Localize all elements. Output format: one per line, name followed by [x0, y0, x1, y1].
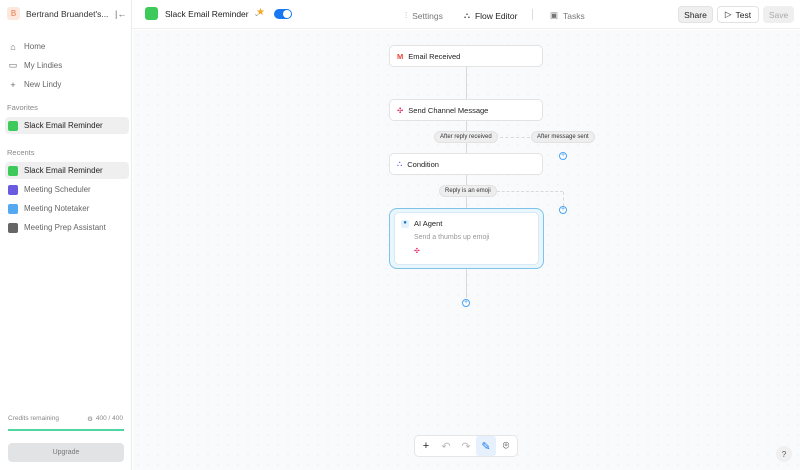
favorites-heading: Favorites — [7, 103, 38, 112]
play-icon: ▷ — [724, 9, 732, 19]
tab-settings[interactable]: ⫶ Settings — [405, 10, 443, 21]
credits-value: 400 / 400 — [95, 415, 123, 422]
workspace-switcher[interactable]: B Bertrand Bruandet's... — [7, 7, 108, 20]
test-label: Test — [735, 9, 752, 20]
item-label: Slack Email Reminder — [24, 166, 103, 175]
fit-view-icon[interactable]: ⌾ — [496, 436, 516, 456]
tab-label: Tasks — [563, 10, 585, 21]
auto-layout-icon[interactable]: ✎ — [476, 436, 496, 456]
workspace-name: Bertrand Bruandet's... — [26, 8, 109, 19]
star-icon[interactable]: ★ — [256, 7, 265, 18]
tab-flow-editor[interactable]: ⛬ Flow Editor — [464, 10, 517, 21]
ai-agent-icon: ● — [401, 219, 409, 228]
recents-heading: Recents — [7, 148, 35, 157]
add-icon[interactable]: + — [416, 436, 436, 456]
folder-icon: ▭ — [8, 60, 18, 70]
nav-home[interactable]: ⌂ Home — [5, 38, 129, 55]
node-label: AI Agent — [414, 219, 443, 228]
help-button[interactable]: ? — [776, 446, 792, 462]
slack-icon: ✣ — [397, 105, 404, 115]
node-description: Send a thumbs up emoji — [414, 234, 490, 241]
item-label: Meeting Scheduler — [24, 185, 91, 194]
tab-tasks[interactable]: ▣ Tasks — [550, 10, 585, 21]
tasks-icon: ▣ — [550, 10, 559, 20]
collapse-sidebar-icon[interactable]: |← — [115, 9, 126, 19]
nav-label: Home — [24, 42, 46, 51]
node-send-channel-message[interactable]: ✣ Send Channel Message — [389, 99, 543, 121]
add-step-icon[interactable]: + — [559, 206, 567, 214]
plus-icon: + — [10, 79, 16, 90]
upgrade-button[interactable]: Upgrade — [8, 443, 124, 462]
workspace-avatar: B — [7, 7, 20, 20]
add-step-icon[interactable]: + — [559, 152, 567, 160]
node-email-received[interactable]: M Email Received — [389, 45, 543, 67]
app-icon — [8, 222, 18, 233]
credits-bar — [8, 429, 124, 431]
credits-icon: ⚙ — [87, 416, 93, 423]
sliders-icon: ⫶ — [405, 10, 408, 20]
item-label: Meeting Notetaker — [24, 204, 90, 213]
home-icon: ⌂ — [10, 41, 16, 52]
divider — [532, 9, 533, 20]
app-icon — [8, 165, 18, 176]
undo-icon[interactable]: ↶ — [436, 436, 456, 456]
branch-after-message-sent[interactable]: After message sent — [531, 131, 595, 143]
node-label: Send Channel Message — [408, 105, 489, 115]
enabled-toggle[interactable] — [274, 9, 292, 19]
app-icon — [145, 7, 158, 20]
app-icon — [8, 184, 18, 195]
recent-item[interactable]: Meeting Prep Assistant — [5, 219, 129, 236]
share-button[interactable]: Share — [678, 6, 713, 23]
condition-icon: ⛬ — [397, 159, 403, 168]
app-icon — [8, 203, 18, 214]
app-icon — [8, 120, 18, 131]
flow-icon: ⛬ — [464, 10, 470, 20]
node-label: Email Received — [408, 51, 461, 61]
tab-label: Settings — [412, 10, 443, 21]
save-button[interactable]: Save — [763, 6, 794, 23]
add-step-icon[interactable]: + — [462, 299, 470, 307]
recent-item[interactable]: Meeting Scheduler — [5, 181, 129, 198]
credits-label: Credits remaining — [8, 415, 59, 422]
node-condition[interactable]: ⛬ Condition — [389, 153, 543, 175]
test-button[interactable]: ▷ Test — [717, 6, 759, 23]
item-label: Slack Email Reminder — [24, 121, 103, 130]
agent-title[interactable]: Slack Email Reminder ⌄ — [145, 7, 260, 20]
branch-after-reply-received[interactable]: After reply received — [434, 131, 498, 143]
slack-icon: ✣ — [414, 248, 420, 255]
recent-item[interactable]: Meeting Notetaker — [5, 200, 129, 217]
favorite-item[interactable]: Slack Email Reminder — [5, 117, 129, 134]
nav-new-lindy[interactable]: + New Lindy — [5, 76, 129, 93]
tab-label: Flow Editor — [474, 10, 518, 21]
credits-fill — [8, 429, 124, 431]
item-label: Meeting Prep Assistant — [24, 223, 106, 232]
gmail-icon: M — [397, 51, 404, 61]
top-bar: Slack Email Reminder ⌄ ★ ⫶ Settings ⛬ Flow… — [132, 0, 800, 29]
nav-label: My Lindies — [24, 61, 63, 70]
redo-icon[interactable]: ↷ — [456, 436, 476, 456]
node-ai-agent[interactable]: ● AI Agent Send a thumbs up emoji ✣ — [389, 208, 544, 269]
branch-reply-is-emoji[interactable]: Reply is an emoji — [439, 185, 497, 197]
nav-label: New Lindy — [24, 80, 62, 89]
node-label: Condition — [407, 159, 439, 169]
recent-item[interactable]: Slack Email Reminder — [5, 162, 129, 179]
agent-title-text: Slack Email Reminder — [165, 8, 249, 19]
sidebar: B Bertrand Bruandet's... |← ⌂ Home ▭ My Li… — [0, 0, 132, 470]
canvas-toolbar: + ↶ ↷ ✎ ⌾ — [414, 435, 518, 457]
nav-my-lindies[interactable]: ▭ My Lindies — [5, 57, 129, 74]
